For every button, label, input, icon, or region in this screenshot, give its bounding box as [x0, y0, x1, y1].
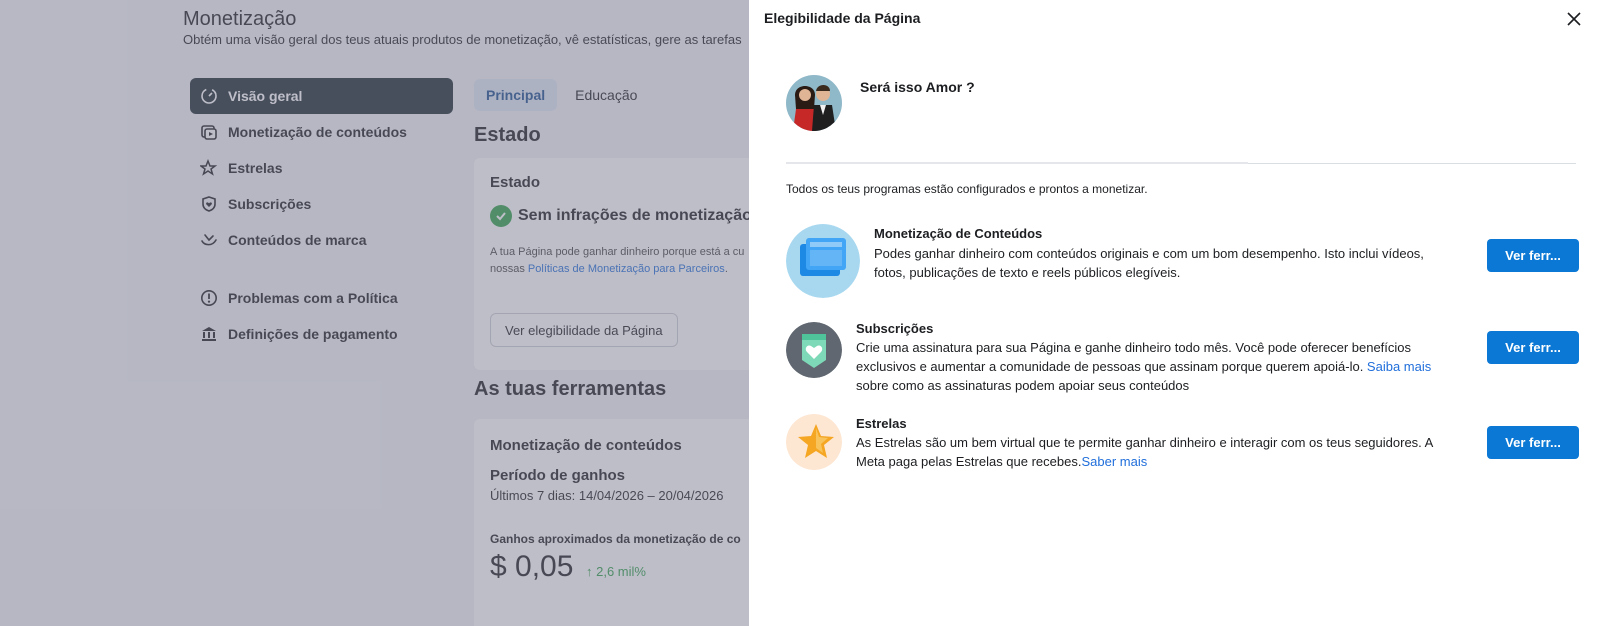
page-name: Será isso Amor ?: [860, 79, 975, 95]
view-tools-button[interactable]: Ver ferr...: [1487, 239, 1579, 272]
content-monetization-icon: [786, 224, 860, 298]
progress-divider: [786, 162, 1248, 164]
program-description: As Estrelas são um bem virtual que te pe…: [856, 435, 1433, 469]
close-button[interactable]: [1562, 7, 1586, 31]
eligibility-intro: Todos os teus programas estão configurad…: [786, 182, 1148, 196]
program-subscriptions: Subscrições Crie uma assinatura para sua…: [786, 321, 1579, 402]
program-content-monetization: Monetização de Conteúdos Podes ganhar di…: [786, 224, 1579, 300]
stars-icon: [786, 414, 842, 470]
view-tools-button[interactable]: Ver ferr...: [1487, 426, 1579, 459]
program-title: Subscrições: [856, 321, 934, 336]
view-tools-button[interactable]: Ver ferr...: [1487, 331, 1579, 364]
modal-backdrop[interactable]: [0, 0, 749, 626]
program-title: Estrelas: [856, 416, 907, 431]
dialog-title: Elegibilidade da Página: [764, 10, 921, 26]
learn-more-link[interactable]: Saber mais: [1081, 454, 1147, 469]
program-description: Podes ganhar dinheiro com conteúdos orig…: [874, 246, 1424, 280]
page-eligibility-dialog: Elegibilidade da Página Será isso Amor ?…: [749, 0, 1600, 626]
program-stars: Estrelas As Estrelas são um bem virtual …: [786, 414, 1579, 476]
learn-more-link[interactable]: Saiba mais: [1367, 359, 1431, 374]
program-title: Monetização de Conteúdos: [874, 226, 1043, 241]
page-avatar: [786, 75, 842, 131]
program-description: Crie uma assinatura para sua Página e ga…: [856, 340, 1432, 393]
subscriptions-icon: [786, 322, 842, 378]
close-icon: [1567, 12, 1581, 26]
